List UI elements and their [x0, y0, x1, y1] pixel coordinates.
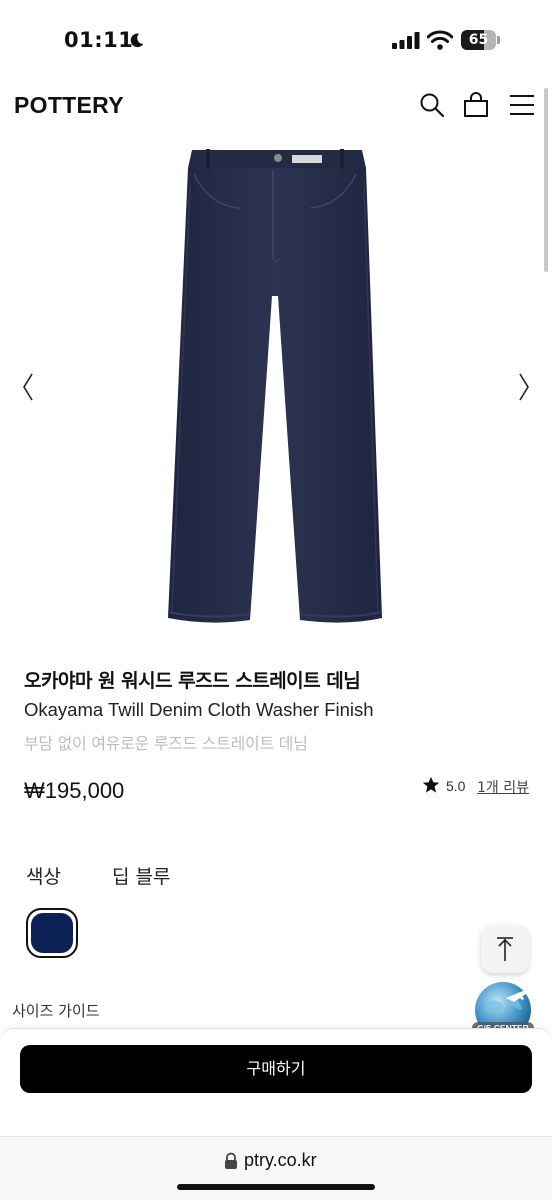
brand-logo[interactable]: POTTERY — [14, 92, 124, 119]
lock-icon — [225, 1152, 237, 1169]
battery-percent: 65 — [468, 32, 489, 48]
url-text[interactable]: ptry.co.kr — [244, 1150, 317, 1171]
product-price: ₩195,000 — [24, 778, 125, 803]
arrow-up-icon — [497, 937, 513, 961]
product-image-jeans — [167, 149, 383, 623]
star-icon — [422, 776, 440, 793]
next-image-arrow-icon[interactable] — [512, 370, 536, 404]
battery-indicator: 65 — [461, 30, 501, 50]
buy-button[interactable]: 구매하기 — [20, 1045, 532, 1093]
wifi-icon — [427, 30, 453, 50]
swatch-fill — [31, 913, 73, 953]
product-tagline: 부담 없이 여유로운 루즈드 스트레이트 데님 — [24, 734, 308, 753]
reviews-link[interactable]: 1개 리뷰 — [477, 777, 529, 797]
browser-url-bar[interactable]: ptry.co.kr — [0, 1136, 552, 1200]
size-guide-link[interactable]: 사이즈 가이드 — [12, 1000, 100, 1021]
product-image-gallery[interactable] — [0, 140, 552, 640]
color-option-label: 색상 — [26, 866, 61, 888]
rating-value: 5.0 — [446, 778, 466, 794]
cellular-signal-icon — [392, 32, 420, 49]
previous-image-arrow-icon[interactable] — [16, 370, 40, 404]
color-swatch-deep-blue[interactable] — [26, 908, 78, 958]
search-icon[interactable] — [419, 92, 445, 118]
status-bar: 01:11 65 — [0, 0, 552, 80]
scroll-to-top-button[interactable] — [481, 925, 529, 973]
menu-icon[interactable] — [509, 92, 535, 118]
product-title-korean: 오카야마 원 워시드 루즈드 스트레이트 데님 — [24, 670, 361, 692]
product-title-english: Okayama Twill Denim Cloth Washer Finish — [24, 699, 374, 720]
status-time: 01:11 — [64, 28, 134, 52]
selected-color-name: 딥 블루 — [112, 866, 171, 888]
shopping-bag-icon[interactable] — [463, 92, 489, 118]
moon-icon — [130, 33, 144, 48]
home-indicator[interactable] — [177, 1184, 375, 1190]
